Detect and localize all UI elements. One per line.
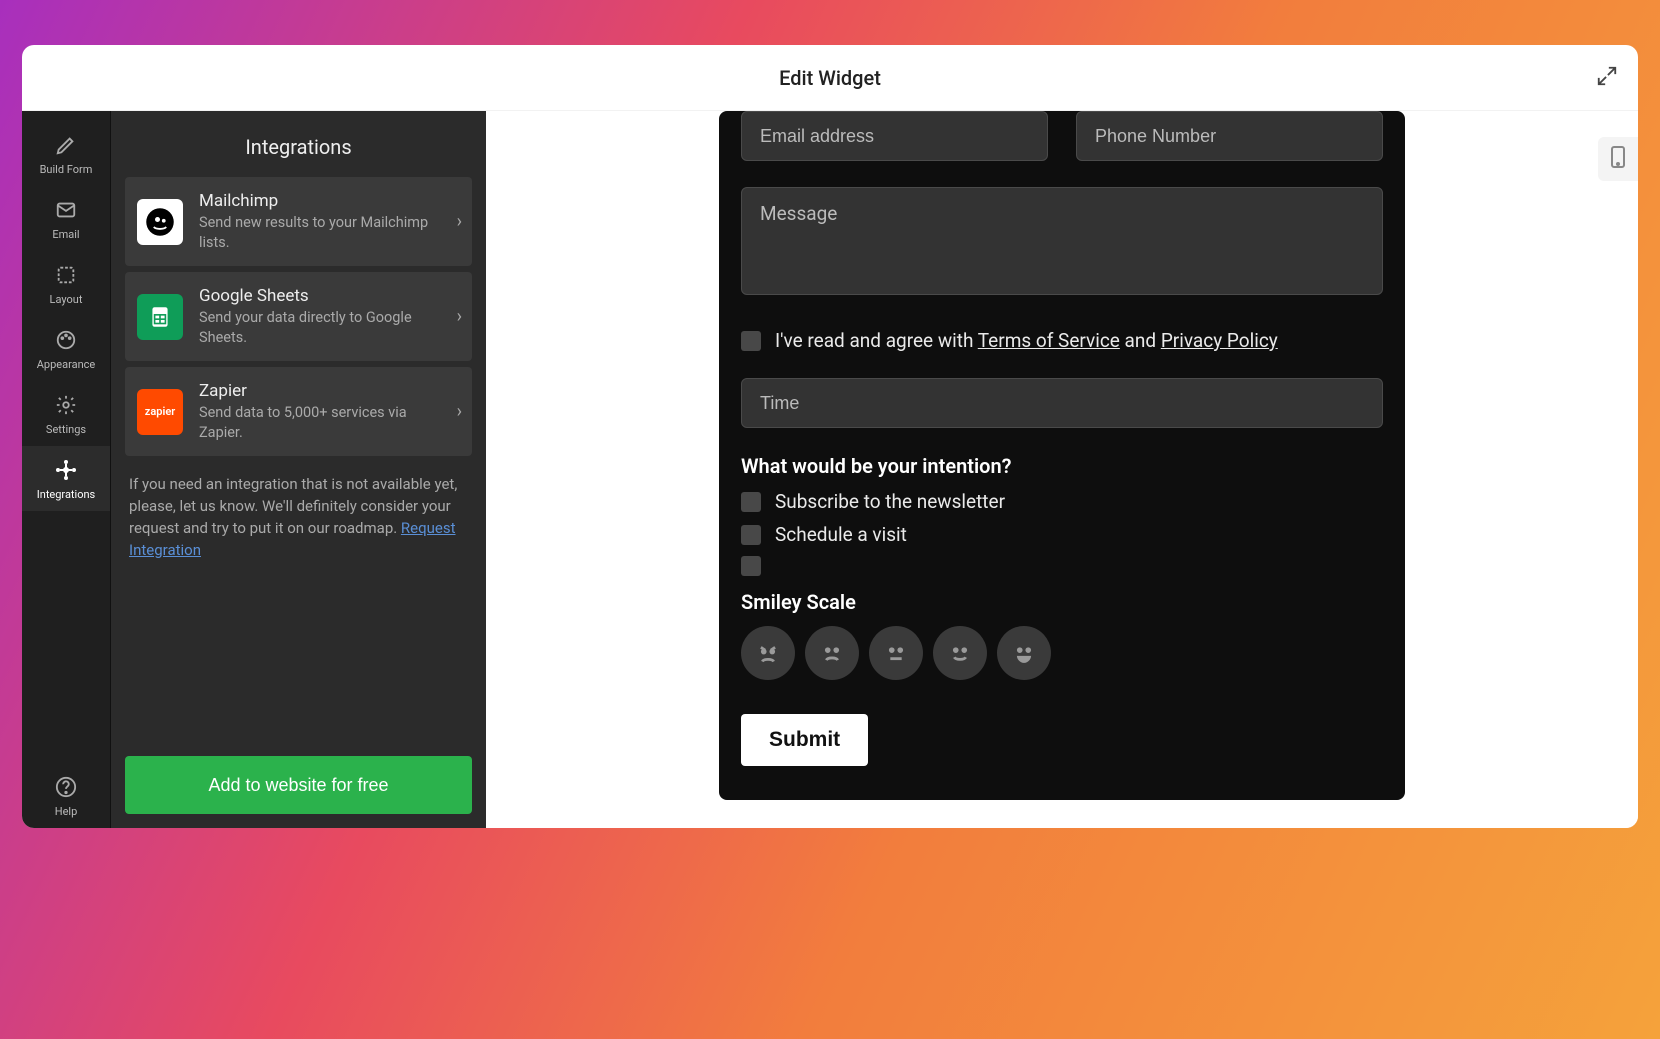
rail-integrations[interactable]: Integrations bbox=[22, 446, 110, 511]
consent-row: I've read and agree with Terms of Servic… bbox=[741, 329, 1383, 352]
rail-label: Layout bbox=[50, 293, 83, 306]
intention-option[interactable]: Subscribe to the newsletter bbox=[741, 490, 1383, 513]
integration-zapier[interactable]: zapier Zapier Send data to 5,000+ servic… bbox=[125, 367, 472, 456]
integration-desc: Send data to 5,000+ services via Zapier. bbox=[199, 403, 449, 442]
chevron-right-icon: › bbox=[457, 306, 462, 327]
integration-mailchimp[interactable]: Mailchimp Send new results to your Mailc… bbox=[125, 177, 472, 266]
mobile-preview-toggle[interactable] bbox=[1598, 137, 1638, 181]
smiley-angry[interactable] bbox=[741, 626, 795, 680]
chevron-right-icon: › bbox=[457, 211, 462, 232]
rail-label: Appearance bbox=[37, 358, 96, 371]
integration-desc: Send your data directly to Google Sheets… bbox=[199, 308, 449, 347]
integration-name: Google Sheets bbox=[199, 286, 449, 306]
intention-option[interactable] bbox=[741, 556, 1383, 576]
integrations-icon bbox=[54, 458, 78, 482]
editor-window: Edit Widget Build Form Email Layout Appe… bbox=[22, 45, 1638, 828]
privacy-policy-link[interactable]: Privacy Policy bbox=[1161, 329, 1278, 352]
integration-name: Mailchimp bbox=[199, 191, 449, 211]
smiley-excited[interactable] bbox=[997, 626, 1051, 680]
smiley-happy[interactable] bbox=[933, 626, 987, 680]
email-field[interactable] bbox=[741, 111, 1048, 161]
chevron-right-icon: › bbox=[457, 401, 462, 422]
integration-google-sheets[interactable]: Google Sheets Send your data directly to… bbox=[125, 272, 472, 361]
rail-label: Integrations bbox=[37, 488, 95, 501]
layout-icon bbox=[54, 263, 78, 287]
time-field[interactable] bbox=[741, 378, 1383, 428]
zapier-logo-icon: zapier bbox=[137, 389, 183, 435]
window-title: Edit Widget bbox=[779, 66, 881, 90]
expand-icon[interactable] bbox=[1596, 65, 1618, 91]
option-label: Schedule a visit bbox=[775, 523, 907, 546]
help-icon bbox=[54, 775, 78, 799]
rail-appearance[interactable]: Appearance bbox=[22, 316, 110, 381]
option-checkbox[interactable] bbox=[741, 556, 761, 576]
add-to-website-button[interactable]: Add to website for free bbox=[125, 756, 472, 814]
intention-option[interactable]: Schedule a visit bbox=[741, 523, 1383, 546]
intention-label: What would be your intention? bbox=[741, 454, 1383, 478]
rail-label: Build Form bbox=[40, 163, 93, 176]
sidebar-rail: Build Form Email Layout Appearance Setti… bbox=[22, 111, 110, 828]
rail-label: Help bbox=[55, 805, 78, 818]
editor-body: Build Form Email Layout Appearance Setti… bbox=[22, 111, 1638, 828]
terms-of-service-link[interactable]: Terms of Service bbox=[978, 329, 1120, 352]
pencil-icon bbox=[54, 133, 78, 157]
palette-icon bbox=[54, 328, 78, 352]
integration-name: Zapier bbox=[199, 381, 449, 401]
rail-settings[interactable]: Settings bbox=[22, 381, 110, 446]
message-field[interactable] bbox=[741, 187, 1383, 295]
rail-help[interactable]: Help bbox=[22, 763, 110, 828]
integration-desc: Send new results to your Mailchimp lists… bbox=[199, 213, 449, 252]
smiley-row bbox=[741, 626, 1383, 680]
rail-build-form[interactable]: Build Form bbox=[22, 121, 110, 186]
option-label: Subscribe to the newsletter bbox=[775, 490, 1005, 513]
phone-icon bbox=[1610, 145, 1626, 173]
gear-icon bbox=[54, 393, 78, 417]
rail-email[interactable]: Email bbox=[22, 186, 110, 251]
smiley-neutral[interactable] bbox=[869, 626, 923, 680]
intention-options: Subscribe to the newsletter Schedule a v… bbox=[741, 490, 1383, 576]
mailchimp-logo-icon bbox=[137, 199, 183, 245]
rail-label: Settings bbox=[46, 423, 86, 436]
help-text: If you need an integration that is not a… bbox=[111, 456, 486, 561]
submit-button[interactable]: Submit bbox=[741, 714, 868, 766]
integrations-list: Mailchimp Send new results to your Mailc… bbox=[111, 177, 486, 456]
smiley-sad[interactable] bbox=[805, 626, 859, 680]
panel-title: Integrations bbox=[111, 111, 486, 177]
option-checkbox[interactable] bbox=[741, 525, 761, 545]
consent-checkbox[interactable] bbox=[741, 331, 761, 351]
integrations-panel: Integrations Mailchimp Send new results … bbox=[110, 111, 486, 828]
form-preview-card: I've read and agree with Terms of Servic… bbox=[719, 111, 1405, 800]
rail-layout[interactable]: Layout bbox=[22, 251, 110, 316]
smiley-label: Smiley Scale bbox=[741, 590, 1383, 614]
consent-text: I've read and agree with Terms of Servic… bbox=[775, 329, 1278, 352]
rail-label: Email bbox=[52, 228, 79, 241]
envelope-icon bbox=[54, 198, 78, 222]
option-checkbox[interactable] bbox=[741, 492, 761, 512]
preview-area: I've read and agree with Terms of Servic… bbox=[486, 111, 1638, 828]
titlebar: Edit Widget bbox=[22, 45, 1638, 111]
phone-field[interactable] bbox=[1076, 111, 1383, 161]
google-sheets-logo-icon bbox=[137, 294, 183, 340]
